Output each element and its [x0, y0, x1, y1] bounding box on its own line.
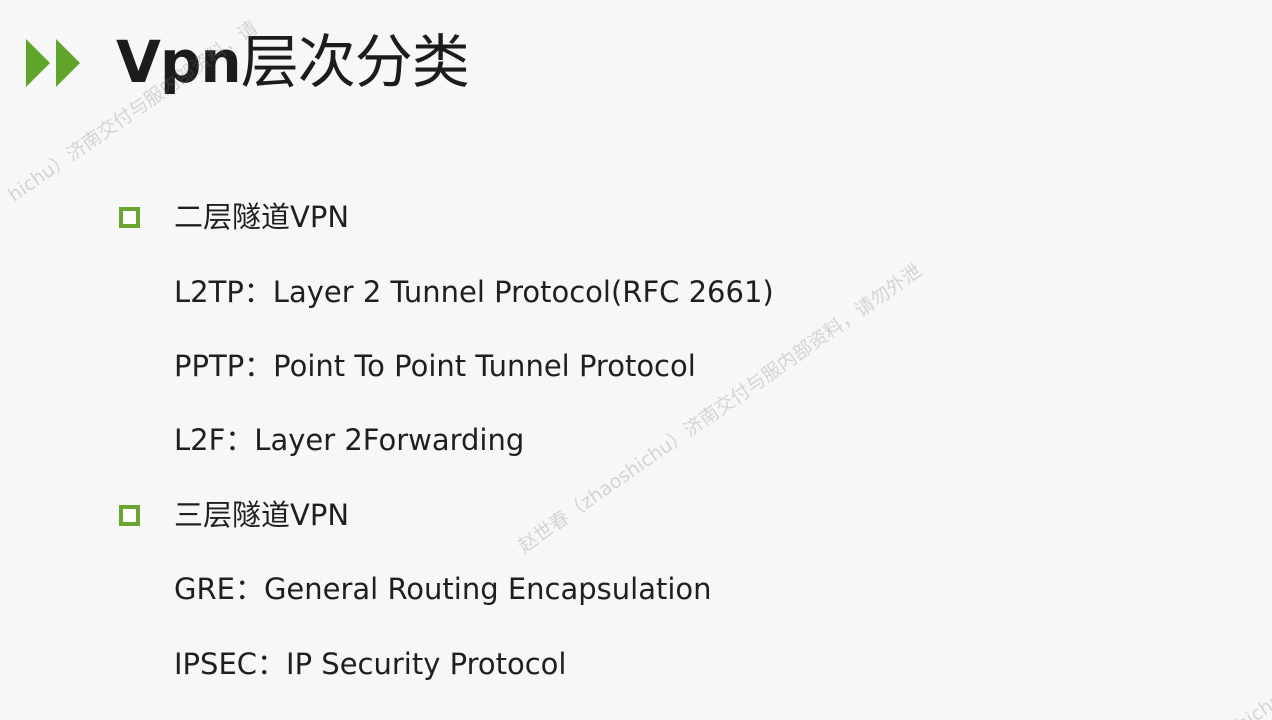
list-item: IPSEC：IP Security Protocol: [174, 647, 567, 681]
slide-title: Vpn层次分类: [116, 24, 470, 100]
section-heading-layer2: 二层隧道VPN: [174, 200, 350, 234]
double-arrow-icon: [26, 39, 80, 87]
square-bullet-icon: [119, 505, 140, 526]
list-item: PPTP：Point To Point Tunnel Protocol: [174, 349, 696, 383]
list-item: L2F：Layer 2Forwarding: [174, 423, 525, 457]
square-bullet-icon: [119, 207, 140, 228]
slide: Vpn层次分类 二层隧道VPN L2TP：Layer 2 Tunnel Prot…: [0, 0, 1272, 720]
section-heading-layer3: 三层隧道VPN: [174, 498, 350, 532]
title-prefix: Vpn: [116, 28, 242, 96]
list-item: GRE：General Routing Encapsulation: [174, 572, 712, 606]
watermark: hichu: [1232, 688, 1272, 720]
title-rest: 层次分类: [240, 28, 470, 96]
list-item: L2TP：Layer 2 Tunnel Protocol(RFC 2661): [174, 275, 774, 309]
